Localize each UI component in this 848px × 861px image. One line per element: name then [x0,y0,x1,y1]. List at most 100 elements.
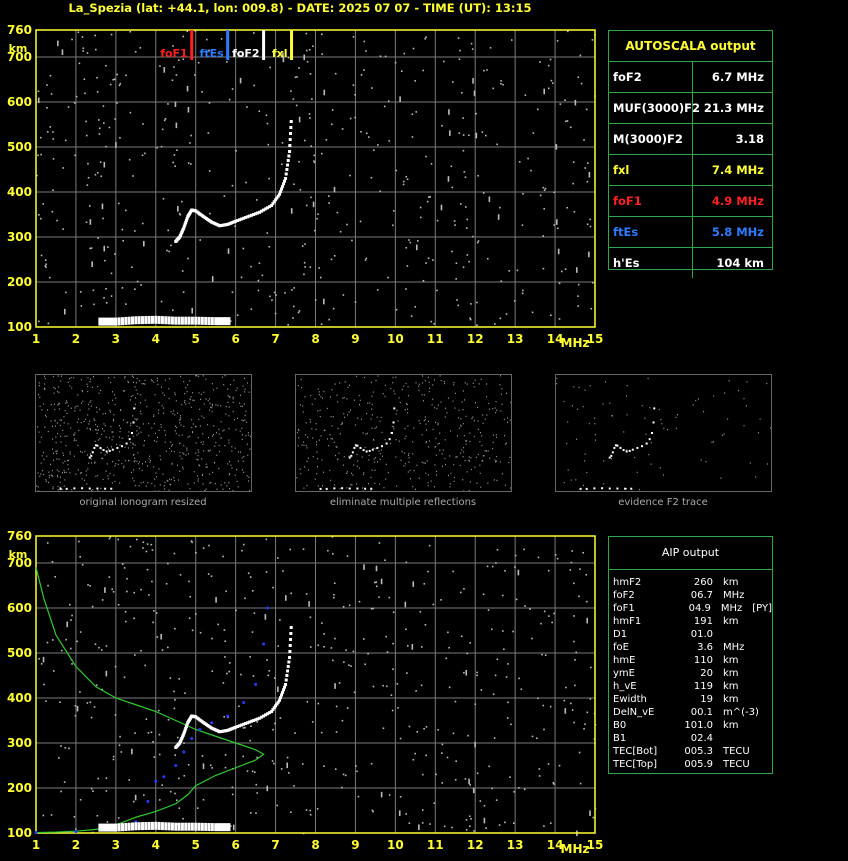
y-tick-label: 300 [7,736,32,750]
thumb-noise-dot [435,454,437,456]
thumb-noise-dot [428,446,430,448]
thumb-noise-dot [609,402,611,404]
noise-dot [112,758,115,761]
noise-dot [419,206,422,209]
thumb-noise-dot [70,377,72,379]
thumb-noise-dot [446,412,448,414]
noise-dot [550,314,552,317]
noise-dot [488,196,491,203]
thumb-noise-dot [40,473,42,475]
thumb-noise-dot [159,484,161,486]
noise-dot [475,112,477,115]
noise-dot [189,142,191,144]
thumb-noise-dot [595,439,597,441]
thumb-noise-dot [427,484,429,487]
noise-dot [45,263,47,266]
thumb-noise-dot [317,388,319,390]
noise-dot [52,131,54,133]
thumb-noise-dot [720,477,722,479]
noise-dot [105,790,108,792]
thumb-noise-dot [88,423,90,425]
marker-label-ftEs: ftEs [200,47,225,60]
noise-dot [160,300,163,303]
thumb-noise-dot [134,460,136,462]
noise-dot [274,312,277,315]
thumb-noise-dot [575,479,577,481]
thumb-noise-dot [175,400,177,402]
thumb-noise-dot [307,436,309,438]
thumb-noise-dot [40,436,42,438]
noise-dot [488,765,490,768]
noise-dot [131,748,133,755]
aip-cell: 01.0 [690,629,713,640]
noise-dot [272,728,274,731]
noise-dot [246,106,248,108]
noise-dot [425,262,427,264]
thumb-noise-dot [296,477,298,479]
thumb-noise-dot [584,460,586,462]
thumb-noise-dot [240,405,242,408]
noise-dot [105,777,108,779]
thumb-noise-dot [193,471,195,473]
marker-label-fxl: fxl [272,47,288,60]
noise-dot [372,685,375,688]
thumb-noise-dot [356,483,358,485]
noise-dot [299,189,302,191]
thumb-noise-dot [185,386,187,389]
thumb-noise-dot [60,476,62,478]
thumb-noise-dot [384,384,386,387]
trace-point [207,317,211,325]
noise-dot [586,617,589,624]
thumb-noise-dot [408,461,410,463]
thumbnail-caption-original: original ionogram resized [79,497,207,508]
thumb-noise-dot [153,440,155,442]
thumb-noise-dot [87,468,89,470]
noise-dot [367,652,369,655]
noise-dot [543,825,545,827]
aip-cell: 110 [693,655,713,666]
aip-cell [753,680,755,693]
thumb-noise-dot [54,425,56,427]
thumb-noise-dot [108,377,110,379]
thumb-noise-dot [462,423,464,425]
noise-dot [280,768,283,770]
trace-point [283,685,287,689]
thumb-noise-dot [249,448,251,450]
thumb-noise-dot [243,403,245,405]
noise-dot [323,645,325,648]
thumb-noise-dot [376,426,378,428]
thumb-noise-dot [317,485,319,487]
noise-dot [316,808,319,810]
noise-dot [327,195,330,197]
noise-dot [186,85,189,92]
thumb-noise-dot [75,473,77,475]
noise-dot [358,600,361,603]
thumb-noise-dot [495,411,497,414]
thumb-trace-point [619,446,622,449]
thumb-noise-dot [44,383,46,385]
noise-dot [566,120,569,122]
noise-dot [82,47,85,50]
noise-dot [292,305,295,308]
noise-dot [310,145,312,147]
modeled-trace-point [174,764,178,767]
noise-dot [132,175,134,177]
thumb-noise-dot [737,389,739,392]
aip-cell: MHz [723,590,745,601]
noise-dot [341,719,344,722]
thumb-noise-dot [164,488,166,490]
thumb-noise-dot [219,450,221,453]
aip-cell: 02.4 [690,733,713,744]
thumb-noise-dot [119,482,121,484]
noise-dot [502,83,504,86]
thumb-noise-dot [161,405,163,407]
thumb-noise-dot [197,480,199,482]
noise-dot [176,149,178,152]
thumb-noise-dot [396,409,398,412]
thumb-noise-dot [70,407,72,409]
noise-dot [309,813,312,816]
thumb-noise-dot [156,380,158,382]
noise-dot [210,764,212,767]
noise-dot [93,706,96,708]
trace-point [216,823,220,832]
